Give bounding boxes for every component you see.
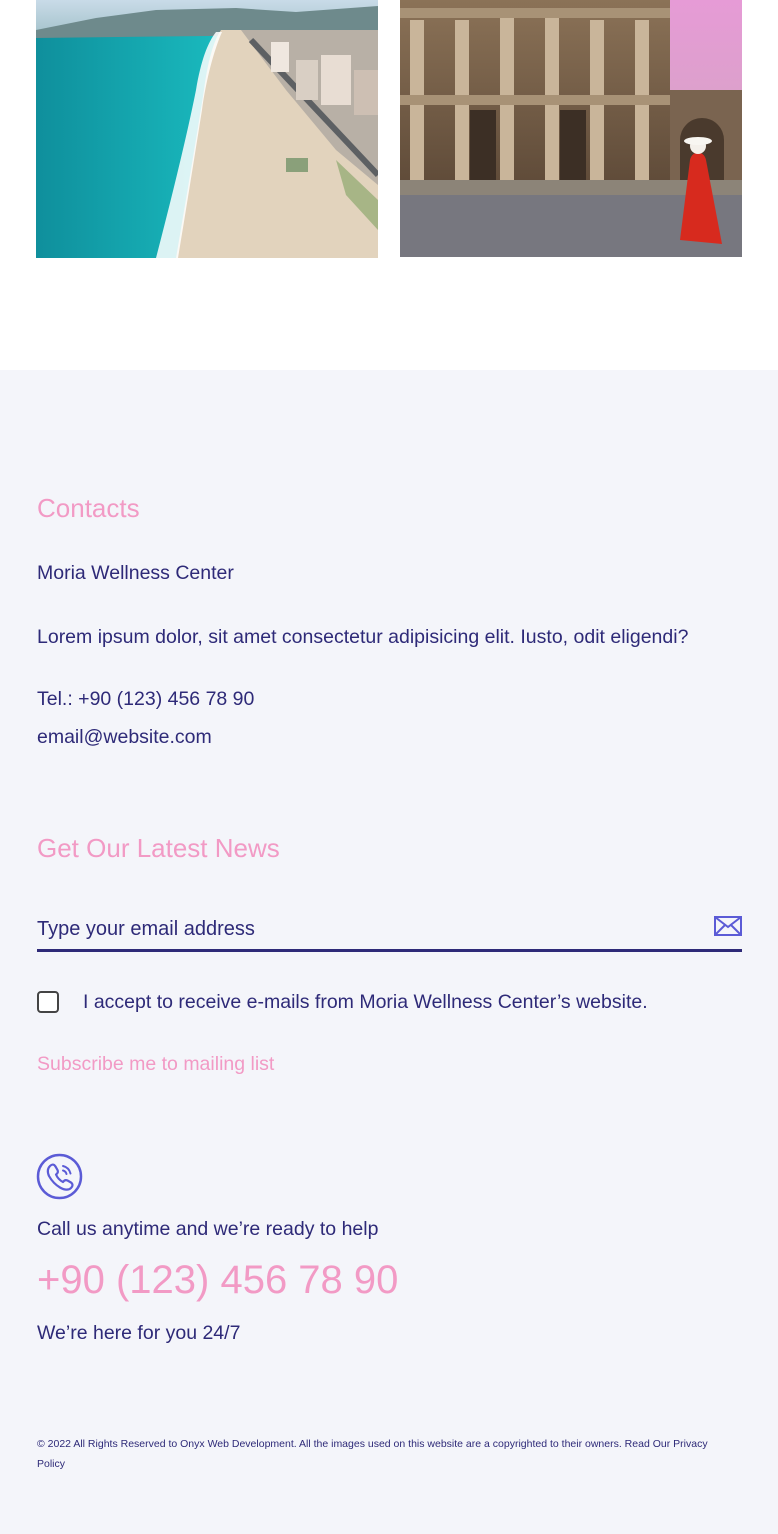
envelope-icon[interactable] <box>714 916 742 936</box>
consent-label: I accept to receive e-mails from Moria W… <box>83 991 648 1013</box>
newsletter-email-input[interactable] <box>37 914 697 944</box>
copyright-text: © 2022 All Rights Reserved to Onyx Web D… <box>37 1434 737 1474</box>
ancient-library-ruins-photo <box>400 0 742 257</box>
contact-phone[interactable]: Tel.: +90 (123) 456 78 90 <box>37 688 254 711</box>
call-intro: Call us anytime and we’re ready to help <box>37 1218 379 1240</box>
company-name: Moria Wellness Center <box>37 562 234 584</box>
newsletter-heading: Get Our Latest News <box>37 833 280 863</box>
callout-phone[interactable]: +90 (123) 456 78 90 <box>37 1258 398 1303</box>
beach-coast-photo <box>36 0 378 258</box>
photo-gallery <box>0 0 778 370</box>
availability-text: We’re here for you 24/7 <box>37 1322 241 1344</box>
site-footer: Contacts Moria Wellness Center Lorem ips… <box>0 370 778 1534</box>
phone-icon <box>36 1153 83 1200</box>
newsletter-email-row <box>37 910 742 952</box>
contact-email[interactable]: email@website.com <box>37 726 212 749</box>
consent-checkbox[interactable] <box>37 991 59 1013</box>
contacts-heading: Contacts <box>37 493 140 523</box>
contacts-description: Lorem ipsum dolor, sit amet consectetur … <box>37 626 689 648</box>
copyright-notice: © 2022 All Rights Reserved to Onyx Web D… <box>37 1438 671 1450</box>
subscribe-button[interactable]: Subscribe me to mailing list <box>37 1053 274 1076</box>
